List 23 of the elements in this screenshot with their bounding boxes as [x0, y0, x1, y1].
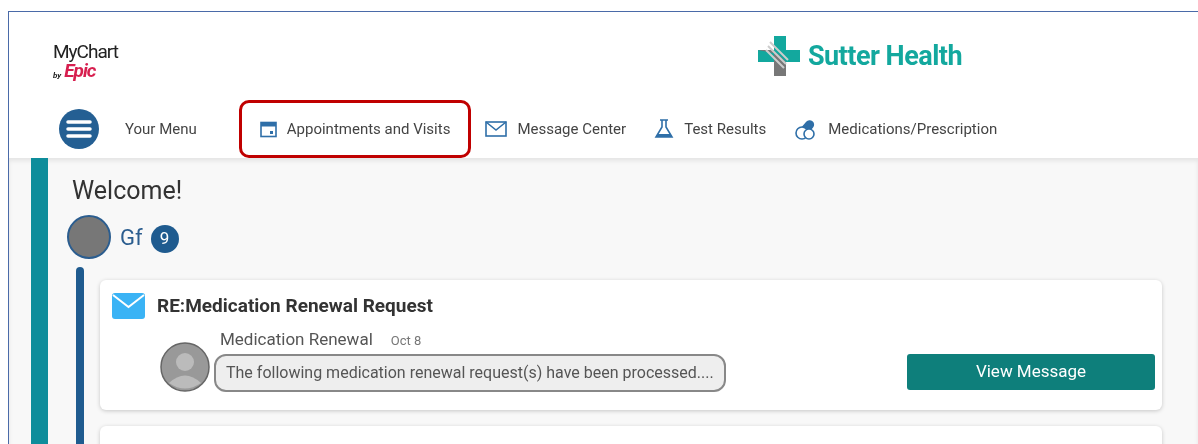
message-date: Oct 8	[390, 331, 422, 350]
nav-link[interactable]: Medications/Prescription	[788, 117, 1004, 141]
by-text: by	[53, 72, 62, 80]
view-message-button[interactable]: View Message	[907, 354, 1155, 390]
user-name: Gf	[120, 223, 143, 252]
notification-badge: 9	[150, 225, 179, 253]
menu-icon[interactable]	[59, 109, 99, 149]
nav-link[interactable]: Appointments and Visits	[238, 100, 472, 158]
flask-icon	[654, 119, 675, 139]
calendar-icon	[259, 120, 277, 138]
org-logo-text: Sutter Health	[807, 39, 963, 74]
sender-name: Medication Renewal	[220, 327, 373, 351]
nav-link[interactable]: Your Menu	[53, 109, 223, 149]
nav-link[interactable]: Message Center	[479, 117, 633, 141]
cross-logo-icon	[757, 36, 800, 77]
message-subject: RE:Medication Renewal Request	[157, 293, 433, 319]
message-preview: The following medication renewal request(s) have been processed....	[214, 354, 726, 392]
nav-link[interactable]: Test Results	[648, 117, 773, 141]
mail-icon	[485, 121, 508, 137]
welcome-title: Welcome!	[72, 178, 184, 203]
avatar-icon	[160, 342, 210, 392]
photo-placeholder	[67, 215, 111, 259]
envelope-icon	[112, 293, 145, 320]
